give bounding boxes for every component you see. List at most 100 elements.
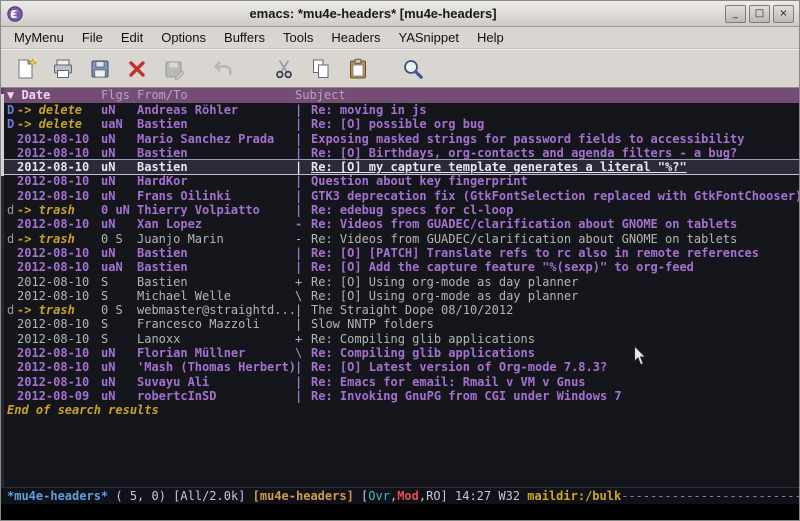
from-cell: Lanoxx	[137, 332, 295, 346]
thread-indicator: +	[295, 275, 311, 289]
thread-indicator: |	[295, 389, 311, 403]
date-cell: 2012-08-10	[17, 260, 101, 274]
subject-cell: Re: [O] Using org-mode as day planner	[311, 275, 799, 289]
message-row[interactable]: d-> trash0 Swebmaster@straightd...|The S…	[1, 303, 799, 317]
message-row[interactable]: d-> trash0 SJuanjo Marin-Re: Videos from…	[1, 232, 799, 246]
print-button[interactable]	[48, 54, 78, 84]
message-row[interactable]: 2012-08-10uNSuvayu Ali|Re: Emacs for ema…	[1, 375, 799, 389]
mark-cell	[7, 217, 17, 231]
column-header-date[interactable]: ▼ Date	[7, 88, 101, 103]
scrollbar-track[interactable]	[1, 88, 4, 487]
from-cell: 'Mash (Thomas Herbert)	[137, 360, 295, 374]
modeline-segment: 14:27 W32	[448, 489, 527, 503]
thread-indicator: +	[295, 332, 311, 346]
column-header-from[interactable]: From/To	[137, 88, 295, 103]
message-row[interactable]: 2012-08-10uNHardKor|Question about key f…	[1, 174, 799, 188]
mark-cell	[7, 360, 17, 374]
message-row[interactable]: 2012-08-10uNMario Sanchez Prada|Exposing…	[1, 132, 799, 146]
date-cell: 2012-08-10	[17, 160, 101, 174]
minimize-button[interactable]: _	[725, 5, 746, 23]
scrollbar-thumb[interactable]	[1, 94, 4, 176]
thread-indicator: -	[295, 217, 311, 231]
date-cell: -> trash	[17, 203, 101, 217]
subject-cell: Re: Compiling glib applications	[311, 346, 799, 360]
date-cell: 2012-08-10	[17, 174, 101, 188]
message-row[interactable]: 2012-08-10uNXan Lopez-Re: Videos from GU…	[1, 217, 799, 231]
menu-buffers[interactable]: Buffers	[215, 28, 274, 47]
paste-icon	[346, 57, 370, 81]
flags-cell: S	[101, 275, 137, 289]
from-cell: Florian Müllner	[137, 346, 295, 360]
message-row[interactable]: 2012-08-10uNBastien|Re: [O] [PATCH] Tran…	[1, 246, 799, 260]
close-buffer-button[interactable]	[122, 54, 152, 84]
menu-headers[interactable]: Headers	[322, 28, 389, 47]
save-button[interactable]	[85, 54, 115, 84]
column-header-subject[interactable]: Subject	[295, 88, 799, 103]
new-file-button[interactable]	[11, 54, 41, 84]
search-button[interactable]	[398, 54, 428, 84]
subject-cell: Re: [O] Birthdays, org-contacts and agen…	[311, 146, 799, 160]
menu-options[interactable]: Options	[152, 28, 215, 47]
flags-cell: uN	[101, 217, 137, 231]
message-row[interactable]: 2012-08-10uNFlorian Müllner\Re: Compilin…	[1, 346, 799, 360]
subject-cell: Re: [O] [PATCH] Translate refs to rc als…	[311, 246, 799, 260]
save-icon	[88, 57, 112, 81]
cut-icon	[272, 57, 296, 81]
flags-cell: uN	[101, 189, 137, 203]
date-cell: 2012-08-10	[17, 275, 101, 289]
flags-cell: uN	[101, 146, 137, 160]
flags-cell: uN	[101, 360, 137, 374]
from-cell: webmaster@straightd...	[137, 303, 295, 317]
from-cell: Thierry Volpiatto	[137, 203, 295, 217]
menu-mymenu[interactable]: MyMenu	[5, 28, 73, 47]
thread-indicator: |	[295, 132, 311, 146]
cut-button[interactable]	[269, 54, 299, 84]
menu-yasnippet[interactable]: YASnippet	[389, 28, 467, 47]
message-row[interactable]: 2012-08-10SLanoxx+Re: Compiling glib app…	[1, 332, 799, 346]
message-row-current[interactable]: 2012-08-10uNBastien|Re: [O] my capture t…	[1, 160, 799, 174]
subject-cell: Re: Videos from GUADEC/clarification abo…	[311, 232, 799, 246]
message-row[interactable]: D-> deleteuNAndreas Röhler|Re: moving in…	[1, 103, 799, 117]
message-row[interactable]: 2012-08-10SFrancesco Mazzoli|Slow NNTP f…	[1, 317, 799, 331]
column-header-flags[interactable]: Flgs	[101, 88, 137, 103]
menu-help[interactable]: Help	[468, 28, 513, 47]
message-row[interactable]: 2012-08-10SBastien+Re: [O] Using org-mod…	[1, 275, 799, 289]
maximize-button[interactable]: □	[749, 5, 770, 23]
subject-cell: Re: [O] possible org bug	[311, 117, 799, 131]
subject-cell: Exposing masked strings for password fie…	[311, 132, 799, 146]
close-button[interactable]: ×	[773, 5, 794, 23]
modeline-segment: ( 5, 0) [All/2.0k]	[108, 489, 253, 503]
message-row[interactable]: 2012-08-10uNFrans Oilinki|GTK3 deprecati…	[1, 189, 799, 203]
date-cell: -> delete	[17, 103, 101, 117]
from-cell: Frans Oilinki	[137, 189, 295, 203]
menu-edit[interactable]: Edit	[112, 28, 152, 47]
copy-icon	[309, 57, 333, 81]
modeline-segment: [mu4e-headers]	[253, 489, 354, 503]
mark-cell	[7, 246, 17, 260]
from-cell: Bastien	[137, 275, 295, 289]
message-row[interactable]: 2012-08-09uNrobertcInSD|Re: Invoking Gnu…	[1, 389, 799, 403]
headers-column-header[interactable]: ▼ Date Flgs From/To Subject	[1, 88, 799, 103]
minibuffer[interactable]	[1, 504, 799, 520]
mark-cell	[7, 189, 17, 203]
mode-line: *mu4e-headers* ( 5, 0) [All/2.0k] [mu4e-…	[1, 487, 799, 504]
date-cell: 2012-08-10	[17, 189, 101, 203]
menu-tools[interactable]: Tools	[274, 28, 322, 47]
message-row[interactable]: d-> trash0 uNThierry Volpiatto|Re: edebu…	[1, 203, 799, 217]
from-cell: robertcInSD	[137, 389, 295, 403]
menu-file[interactable]: File	[73, 28, 112, 47]
from-cell: Bastien	[137, 146, 295, 160]
thread-indicator: |	[295, 189, 311, 203]
message-row[interactable]: 2012-08-10uaNBastien|Re: [O] Add the cap…	[1, 260, 799, 274]
menu-bar: MyMenuFileEditOptionsBuffersToolsHeaders…	[1, 27, 799, 49]
paste-button[interactable]	[343, 54, 373, 84]
mark-cell	[7, 160, 17, 174]
subject-cell: Re: Invoking GnuPG from CGI under Window…	[311, 389, 799, 403]
message-row[interactable]: 2012-08-10uN'Mash (Thomas Herbert)|Re: […	[1, 360, 799, 374]
copy-button[interactable]	[306, 54, 336, 84]
message-row[interactable]: 2012-08-10uNBastien|Re: [O] Birthdays, o…	[1, 146, 799, 160]
thread-indicator: \	[295, 346, 311, 360]
message-row[interactable]: 2012-08-10SMichael Welle\Re: [O] Using o…	[1, 289, 799, 303]
date-cell: 2012-08-10	[17, 360, 101, 374]
message-row[interactable]: D-> deleteuaNBastien|Re: [O] possible or…	[1, 117, 799, 131]
